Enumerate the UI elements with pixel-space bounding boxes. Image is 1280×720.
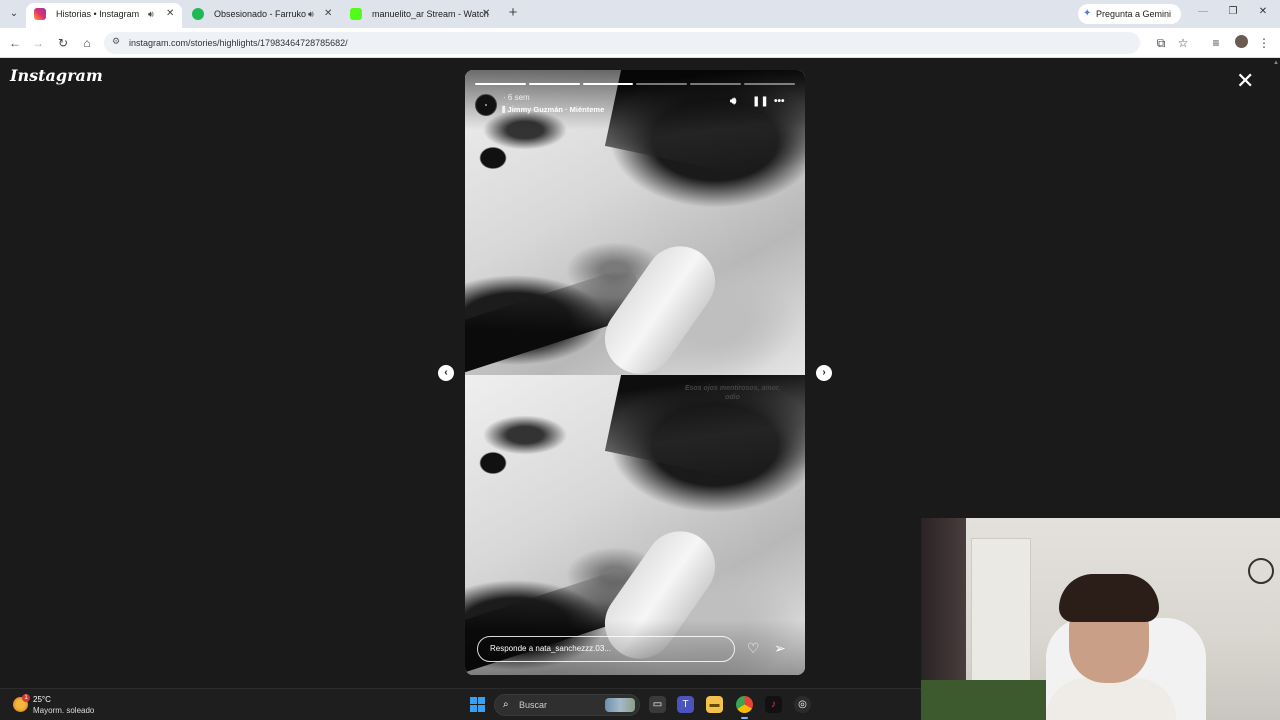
reload-icon[interactable]: ↻ [55, 35, 71, 51]
reply-input[interactable]: Responde a nata_sanchezzz.03... [477, 636, 735, 662]
tab-kick[interactable]: manuelito_ar Stream - Watch Li ✕ [342, 3, 498, 41]
wall-logo [1248, 558, 1274, 584]
progress-segment [744, 83, 795, 85]
next-story-button[interactable]: › [816, 365, 832, 381]
tab-search-icon[interactable]: ⌄ [6, 6, 22, 22]
webcam-overlay [921, 518, 1280, 720]
windows-taskbar: 1 25°C Mayorm. soleado ⌕ Buscar ▭ T ▬ ♪ … [0, 688, 921, 720]
gemini-icon: ✦ [1083, 8, 1092, 19]
back-icon[interactable]: ← [7, 35, 23, 51]
task-view-icon[interactable]: ▭ [649, 696, 666, 713]
minimize-icon[interactable]: — [1196, 6, 1210, 17]
install-app-icon[interactable]: ⧉ [1153, 35, 1169, 51]
progress-segment [528, 83, 580, 85]
weather-badge: 1 [22, 694, 30, 702]
search-icon: ⌕ [503, 699, 509, 710]
tab-instagram[interactable]: Historias • Instagram 🔊︎ ✕ [26, 3, 182, 28]
spotify-icon [192, 8, 204, 20]
profile-avatar[interactable] [1233, 35, 1249, 51]
home-icon[interactable]: ⌂ [79, 35, 95, 51]
heart-icon[interactable]: ♡ [747, 640, 760, 657]
search-placeholder: Buscar [519, 700, 548, 710]
reply-placeholder: Responde a nata_sanchezzz.03... [490, 644, 611, 653]
url-text: instagram.com/stories/highlights/1798346… [129, 38, 348, 48]
tab-title: Obsesionado - Farruko [214, 9, 307, 19]
progress-segment [475, 83, 526, 85]
close-stories-icon[interactable]: ✕ [1236, 70, 1254, 92]
story-viewer[interactable]: · 6 sem ⫼ Jimmy Guzmán · Miénteme 🔊︎ ❚❚ … [465, 70, 805, 675]
windows-start-icon[interactable] [470, 697, 485, 712]
gemini-button[interactable]: ✦ Pregunta a Gemini [1078, 4, 1182, 24]
forward-icon[interactable]: → [30, 35, 46, 51]
browser-tab-strip: ⌄ Historias • Instagram 🔊︎ ✕ Obsesionado… [0, 0, 1280, 41]
taskbar-search[interactable]: ⌕ Buscar [494, 694, 640, 716]
progress-segment [636, 83, 688, 85]
speaker-icon[interactable]: 🔊︎ [148, 3, 154, 25]
browser-toolbar: ← → ↻ ⌂ ⚙ instagram.com/stories/highligh… [0, 28, 1280, 58]
teams-icon[interactable]: T [677, 696, 694, 713]
bookmark-star-icon[interactable]: ☆ [1175, 35, 1191, 51]
app-icon[interactable]: ◎ [794, 696, 811, 713]
close-tab-icon[interactable]: ✕ [324, 3, 332, 25]
file-explorer-icon[interactable]: ▬ [706, 696, 723, 713]
progress-segment [690, 83, 742, 85]
tab-title: Historias • Instagram [56, 9, 140, 19]
gemini-label: Pregunta a Gemini [1096, 9, 1172, 19]
menu-icon[interactable]: ⋮ [1256, 35, 1272, 51]
story-avatar[interactable] [475, 94, 497, 116]
previous-story-button[interactable]: ‹ [438, 365, 454, 381]
window-close-icon[interactable]: ✕ [1256, 6, 1270, 17]
close-tab-icon[interactable]: ✕ [166, 3, 174, 25]
tab-spotify[interactable]: Obsesionado - Farruko 🔊︎ ✕ [184, 3, 338, 25]
site-info-icon[interactable]: ⚙ [112, 36, 120, 47]
weather-temperature[interactable]: 25°C [33, 695, 51, 704]
story-music: Jimmy Guzmán · Miénteme [507, 105, 605, 114]
instagram-logo[interactable]: Instagram [10, 66, 103, 85]
close-tab-icon[interactable]: ✕ [482, 3, 490, 25]
chrome-icon[interactable] [736, 696, 753, 719]
story-progress-bar [475, 83, 795, 85]
search-highlight-image [605, 698, 635, 712]
progress-segment [582, 83, 634, 85]
story-time: 6 sem [507, 93, 530, 102]
send-icon[interactable]: ➢ [774, 640, 786, 657]
speaker-icon[interactable]: 🔊︎ [308, 3, 314, 25]
weather-description[interactable]: Mayorm. soleado [33, 706, 94, 715]
instagram-icon [34, 8, 46, 20]
kick-icon [350, 8, 362, 20]
restore-icon[interactable]: ❐ [1226, 6, 1240, 17]
media-control-icon[interactable]: ≡ [1208, 35, 1224, 51]
new-tab-button[interactable]: + [505, 4, 521, 21]
story-caption: Esos ojos mentirosos, amor, odio [684, 385, 781, 401]
tiktok-icon[interactable]: ♪ [765, 696, 782, 713]
address-bar[interactable]: ⚙ instagram.com/stories/highlights/17983… [104, 32, 1140, 54]
more-options-icon[interactable]: ••• [774, 96, 785, 107]
pause-icon[interactable]: ❚❚ [752, 96, 769, 107]
sound-icon[interactable]: 🔊︎ [730, 96, 736, 107]
